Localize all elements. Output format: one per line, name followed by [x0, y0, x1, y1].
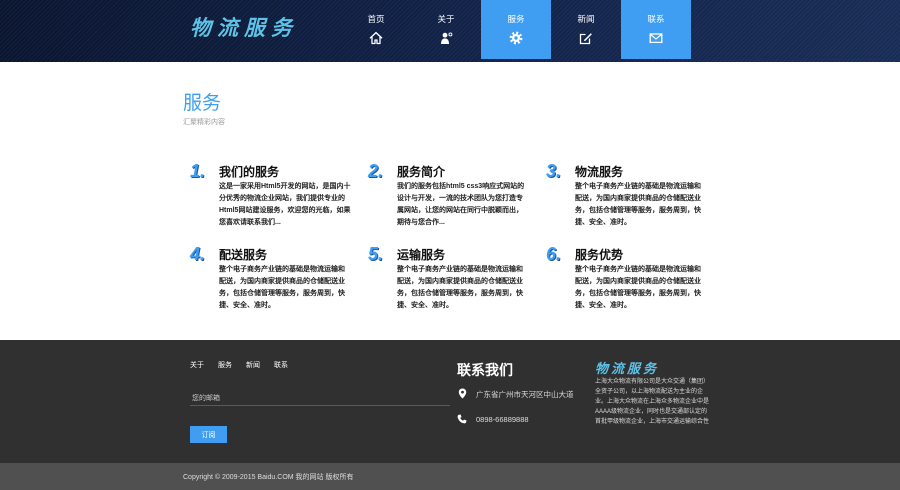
footer-logo: 物流服务 — [595, 361, 660, 376]
nav-label: 服务 — [507, 14, 525, 24]
footer-about-text: 上海大众物流有限公司是大众交通（集团）全资子公司，以上海物流配送为主业的企业。上… — [595, 379, 710, 425]
footer-link-about[interactable]: 关于 — [190, 360, 204, 370]
service-number: 2. — [368, 161, 384, 181]
service-item: 1. 我们的服务 这是一家采用Html5开发的网站，是国内十分优秀的物流企业网站… — [190, 161, 360, 237]
nav-item-news[interactable]: 新闻 — [551, 0, 621, 59]
phone-icon — [457, 414, 467, 424]
copyright-text: Copyright © 2009-2015 Baidu.COM 我的网站 版权所… — [183, 474, 354, 481]
service-text: 整个电子商务产业链的基础是物流运输和配送，为国内商家提供商品的仓储配送业务，包括… — [219, 266, 345, 309]
service-number: 3. — [546, 161, 562, 181]
service-title: 物流服务 — [575, 165, 624, 179]
service-text: 整个电子商务产业链的基础是物流运输和配送，为国内商家提供商品的仓储配送业务，包括… — [575, 183, 701, 226]
nav-item-about[interactable]: 关于 — [411, 0, 481, 59]
email-input[interactable] — [190, 391, 450, 406]
envelope-icon — [649, 31, 663, 45]
nav-item-contact[interactable]: 联系 — [621, 0, 691, 59]
page-title: 服务 — [183, 93, 222, 114]
nav-label: 新闻 — [577, 14, 595, 24]
nav-item-home[interactable]: 首页 — [341, 0, 411, 59]
contact-address: 广东省广州市天河区中山大道 — [476, 390, 574, 399]
location-pin-icon — [458, 388, 467, 399]
service-number: 4. — [190, 244, 206, 264]
service-number: 6. — [546, 244, 562, 264]
contact-title: 联系我们 — [457, 362, 513, 378]
service-item: 5. 运输服务 整个电子商务产业链的基础是物流运输和配送，为国内商家提供商品的仓… — [368, 244, 538, 320]
nav-label: 首页 — [367, 14, 385, 24]
main-nav: 首页 关于 服务 新闻 联系 — [341, 0, 691, 59]
footer-link-news[interactable]: 新闻 — [246, 360, 260, 370]
service-text: 整个电子商务产业链的基础是物流运输和配送，为国内商家提供商品的仓储配送业务，包括… — [575, 266, 701, 309]
service-text: 我们的服务包括html5 css3响应式网站的设计与开发，一流的技术团队为您打造… — [397, 183, 525, 226]
edit-icon — [579, 31, 593, 45]
page-subtitle: 汇聚精彩内容 — [183, 119, 225, 126]
subscribe-button[interactable]: 订阅 — [190, 426, 227, 443]
copyright-bar: Copyright © 2009-2015 Baidu.COM 我的网站 版权所… — [0, 463, 900, 490]
gear-icon — [509, 31, 523, 45]
service-item: 3. 物流服务 整个电子商务产业链的基础是物流运输和配送，为国内商家提供商品的仓… — [546, 161, 716, 237]
site-header: 物流服务 首页 关于 服务 新闻 联系 — [0, 0, 900, 62]
service-title: 我们的服务 — [219, 165, 280, 179]
service-item: 4. 配送服务 整个电子商务产业链的基础是物流运输和配送，为国内商家提供商品的仓… — [190, 244, 360, 320]
service-text: 这是一家采用Html5开发的网站，是国内十分优秀的物流企业网站，我们提供专业的H… — [219, 183, 351, 226]
service-number: 1. — [190, 161, 206, 181]
site-logo[interactable]: 物流服务 — [190, 12, 298, 42]
service-number: 5. — [368, 244, 384, 264]
site-footer: 关于 服务 新闻 联系 订阅 联系我们 广东省广州市天河区中山大道 0898-6… — [0, 340, 900, 463]
nav-label: 联系 — [647, 14, 665, 24]
home-icon — [369, 31, 383, 45]
service-title: 服务简介 — [397, 165, 446, 179]
contact-phone: 0898-66889888 — [476, 415, 529, 424]
service-title: 运输服务 — [397, 248, 446, 262]
footer-link-contact[interactable]: 联系 — [274, 360, 288, 370]
service-item: 6. 服务优势 整个电子商务产业链的基础是物流运输和配送，为国内商家提供商品的仓… — [546, 244, 716, 320]
footer-link-services[interactable]: 服务 — [218, 360, 232, 370]
service-item: 2. 服务简介 我们的服务包括html5 css3响应式网站的设计与开发，一流的… — [368, 161, 538, 237]
service-title: 配送服务 — [219, 248, 268, 262]
service-title: 服务优势 — [575, 248, 624, 262]
service-text: 整个电子商务产业链的基础是物流运输和配送，为国内商家提供商品的仓储配送业务，包括… — [397, 266, 523, 309]
nav-item-services[interactable]: 服务 — [481, 0, 551, 59]
user-icon — [439, 31, 453, 45]
nav-label: 关于 — [437, 14, 455, 24]
